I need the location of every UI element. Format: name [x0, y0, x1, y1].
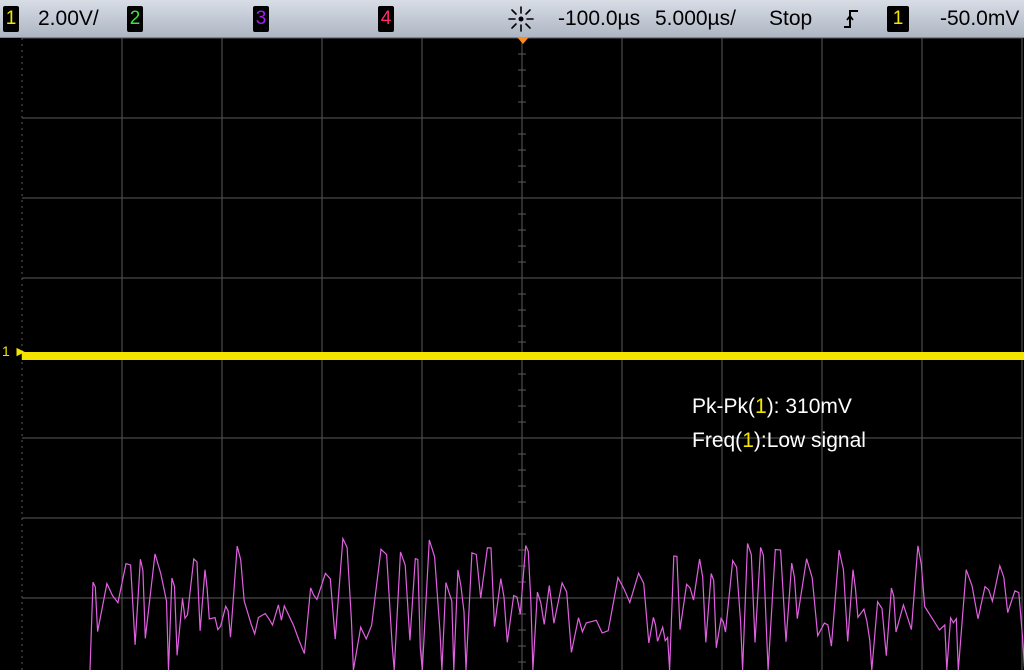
pk-pk-prefix: Pk-Pk( [692, 395, 755, 418]
channel-1-marker-label: 1 [2, 343, 10, 359]
channel-1-scale[interactable]: 2.00V/ [38, 6, 99, 32]
channel-1-button[interactable]: 1 [3, 6, 19, 32]
freq-value: ):Low signal [753, 429, 866, 452]
trigger-source[interactable]: 1 [887, 6, 909, 32]
timebase-scale[interactable]: 5.000µs/ [655, 6, 736, 32]
pk-pk-channel: 1 [755, 395, 767, 418]
channel-1-trace [22, 352, 1024, 360]
run-state[interactable]: Stop [769, 6, 812, 32]
trigger-level[interactable]: -50.0mV [940, 6, 1019, 32]
channel-3-button[interactable]: 3 [253, 6, 269, 32]
horizontal-delay[interactable]: -100.0µs [558, 6, 640, 32]
graticule [21, 38, 1024, 670]
ground-icon: ► [13, 343, 28, 359]
trigger-position-marker[interactable] [517, 37, 529, 44]
rising-edge-icon[interactable] [842, 8, 860, 30]
acquire-icon[interactable] [507, 6, 535, 32]
waveform-display [0, 38, 1024, 670]
freq-channel: 1 [742, 429, 754, 452]
status-bar: 1 2.00V/ 2 3 4 -100.0µs 5.000µs/ Stop 1 … [0, 0, 1024, 38]
freq-measurement: Freq(1):Low signal [692, 429, 866, 453]
pk-pk-measurement: Pk-Pk(1): 310mV [692, 395, 852, 419]
pk-pk-value: ): 310mV [766, 395, 852, 418]
channel-1-ground-marker[interactable]: 1 ► [2, 343, 28, 359]
freq-prefix: Freq( [692, 429, 743, 452]
channel-2-button[interactable]: 2 [127, 6, 143, 32]
channel-3-trace [89, 536, 1024, 670]
channel-4-button[interactable]: 4 [378, 6, 394, 32]
